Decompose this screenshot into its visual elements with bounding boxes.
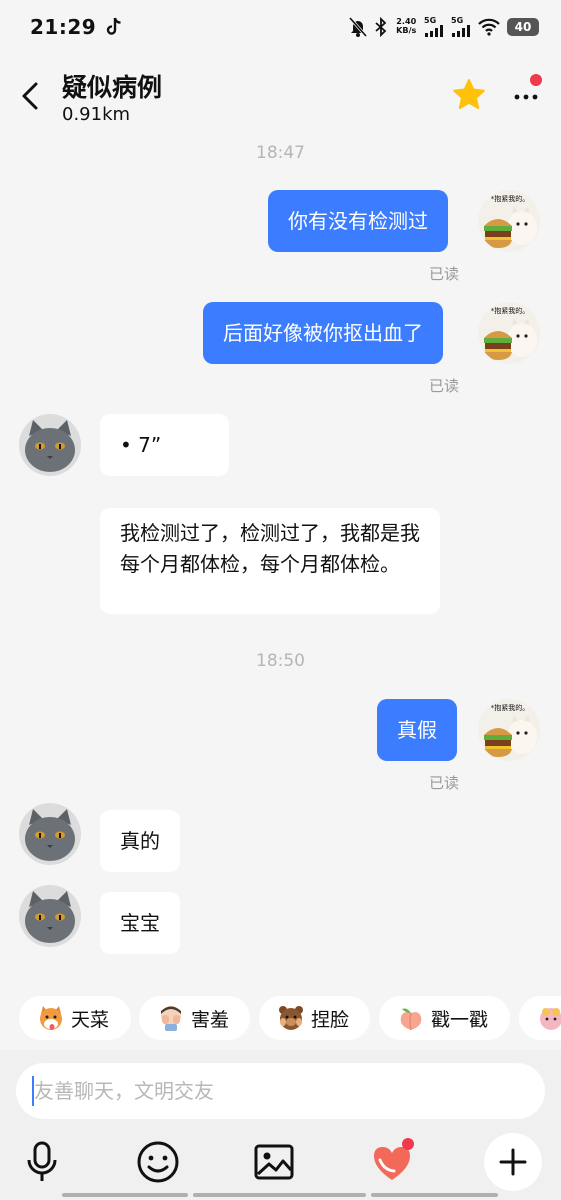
mute-bell-icon — [348, 17, 367, 37]
signal-bars-icon — [425, 25, 443, 37]
burger-cat-avatar-image: *抱紧我的。 — [478, 302, 540, 364]
quick-reply-chip[interactable]: 害羞 — [139, 996, 250, 1040]
message-input[interactable] — [16, 1063, 545, 1119]
signal-sim2: 5G — [451, 17, 471, 37]
quick-reply-chip[interactable] — [519, 996, 561, 1040]
sim1-label: 5G — [424, 16, 437, 25]
avatar-caption: *抱紧我的。 — [491, 194, 530, 203]
signal-sim1: 5G — [424, 17, 444, 37]
my-avatar[interactable]: *抱紧我的。 — [478, 699, 540, 761]
more-options-button[interactable] — [508, 74, 544, 114]
chat-distance: 0.91km — [62, 104, 131, 125]
my-avatar[interactable]: *抱紧我的。 — [478, 302, 540, 364]
signal-bars-icon — [452, 25, 470, 37]
text-caret — [32, 1076, 34, 1106]
notification-badge — [530, 74, 542, 86]
received-message-bubble[interactable]: 真的 — [100, 810, 180, 872]
quick-reply-label: 害羞 — [191, 1008, 230, 1031]
read-receipt: 已读 — [429, 774, 460, 792]
quick-reply-row: 天菜 害羞 捏脸 戳一戳 — [0, 996, 561, 1042]
gift-button[interactable] — [364, 1134, 420, 1190]
sent-message-bubble[interactable]: 后面好像被你抠出血了 — [203, 302, 443, 364]
quick-reply-label: 戳一戳 — [431, 1008, 489, 1031]
quick-reply-chip[interactable]: 捏脸 — [259, 996, 370, 1040]
mic-icon — [27, 1141, 57, 1181]
net-speed-value: 2.40 — [395, 17, 416, 27]
quick-reply-chip[interactable]: 天菜 — [19, 996, 131, 1040]
quick-reply-label: 捏脸 — [311, 1008, 350, 1031]
home-indicator — [62, 1193, 188, 1197]
received-message-bubble[interactable]: 我检测过了，检测过了，我都是我每个月都体检，每个月都体检。 — [100, 508, 440, 614]
contact-avatar[interactable] — [19, 803, 81, 865]
contact-avatar[interactable] — [19, 885, 81, 947]
read-receipt: 已读 — [429, 377, 460, 395]
emoji-icon — [137, 1141, 179, 1183]
emoji-button[interactable] — [130, 1134, 186, 1190]
wifi-icon — [478, 18, 500, 36]
sticker-emoji-icon — [540, 1008, 561, 1030]
burger-cat-avatar-image: *抱紧我的。 — [478, 699, 540, 761]
bluetooth-icon — [374, 17, 386, 37]
favorite-star-icon[interactable] — [452, 78, 486, 112]
voice-button[interactable] — [14, 1134, 70, 1190]
home-indicator — [371, 1193, 498, 1197]
grey-cat-avatar-image — [19, 414, 81, 476]
sent-message-bubble[interactable]: 真假 — [377, 699, 457, 761]
grey-cat-avatar-image — [19, 885, 81, 947]
avatar-caption: *抱紧我的。 — [491, 306, 530, 315]
grey-cat-avatar-image — [19, 803, 81, 865]
avatar-caption: *抱紧我的。 — [491, 703, 530, 712]
read-receipt: 已读 — [429, 265, 460, 283]
quick-reply-chip[interactable]: 戳一戳 — [379, 996, 510, 1040]
message-timestamp: 18:50 — [256, 651, 305, 671]
bear-emoji-icon — [279, 1006, 303, 1030]
net-speed: 2.40 KB/s — [395, 18, 417, 36]
tiktok-icon — [106, 17, 121, 35]
received-message-bubble[interactable]: • 7” — [100, 414, 229, 476]
status-bar: 21:29 2.40 KB/s 5G 5G 40 — [0, 0, 561, 54]
chat-title: 疑似病例 — [62, 73, 163, 102]
chat-header: 疑似病例 0.91km — [0, 60, 561, 140]
image-icon — [254, 1144, 294, 1180]
back-button[interactable] — [14, 76, 46, 116]
sim2-label: 5G — [451, 16, 464, 25]
corgi-emoji-icon — [40, 1006, 62, 1030]
image-button[interactable] — [246, 1134, 302, 1190]
home-indicator — [193, 1193, 366, 1197]
contact-avatar[interactable] — [19, 414, 81, 476]
message-timestamp: 18:47 — [256, 143, 305, 163]
more-actions-button[interactable] — [484, 1133, 542, 1191]
plus-icon — [499, 1148, 527, 1176]
peach-emoji-icon — [400, 1008, 422, 1031]
sent-message-bubble[interactable]: 你有没有检测过 — [268, 190, 448, 252]
quick-reply-label: 天菜 — [71, 1008, 110, 1031]
net-speed-unit: KB/s — [395, 26, 416, 36]
shy-face-emoji-icon — [161, 1006, 181, 1031]
status-time: 21:29 — [30, 15, 97, 39]
my-avatar[interactable]: *抱紧我的。 — [478, 190, 540, 252]
battery-indicator: 40 — [507, 18, 539, 36]
received-message-bubble[interactable]: 宝宝 — [100, 892, 180, 954]
notification-badge — [402, 1138, 414, 1150]
burger-cat-avatar-image: *抱紧我的。 — [478, 190, 540, 252]
